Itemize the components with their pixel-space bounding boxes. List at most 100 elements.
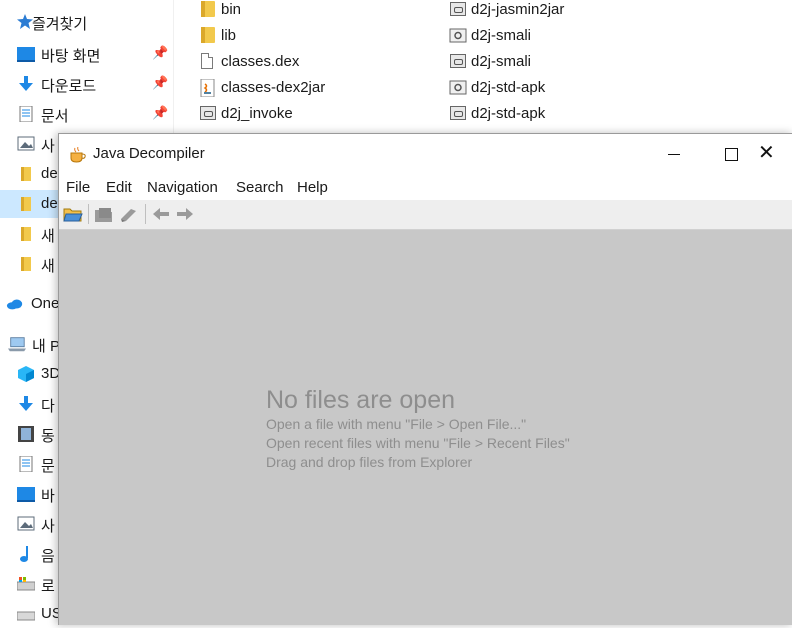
cmd-file-icon xyxy=(449,53,467,71)
file-item-d2j-invoke[interactable]: d2j_invoke xyxy=(199,102,399,126)
file-name: d2j-jasmin2jar xyxy=(471,1,565,18)
menu-search[interactable]: Search xyxy=(236,179,284,196)
nav-item-label: 사 xyxy=(41,138,55,155)
gear-file-icon xyxy=(449,80,467,95)
close-file-icon[interactable] xyxy=(94,205,114,223)
3d-objects-icon xyxy=(18,366,34,382)
nav-item-favorites[interactable]: 즐겨찾기 xyxy=(0,8,173,36)
pin-icon[interactable]: 📌 xyxy=(152,105,168,121)
cmd-file-icon xyxy=(199,105,217,123)
folder-icon xyxy=(21,227,31,241)
content-area[interactable]: No files are open Open a file with menu … xyxy=(59,230,792,625)
save-source-icon[interactable] xyxy=(119,205,139,223)
nav-item-downloads[interactable]: 다운로드 📌 xyxy=(0,70,173,98)
empty-state-hint-recent: Open recent files with menu "File > Rece… xyxy=(266,435,570,451)
forward-arrow-icon[interactable] xyxy=(175,205,195,223)
file-item-d2j-jasmin2jar[interactable]: d2j-jasmin2jar xyxy=(449,0,649,22)
download-arrow-icon xyxy=(19,76,33,91)
file-name: d2j-std-apk xyxy=(471,79,546,96)
video-icon xyxy=(18,426,34,442)
toolbar xyxy=(59,200,792,230)
file-item-d2j-smali-cmd[interactable]: d2j-smali xyxy=(449,50,649,74)
coffee-cup-icon xyxy=(70,147,86,163)
desktop-icon xyxy=(17,487,35,502)
folder-icon xyxy=(21,167,31,181)
cmd-file-icon xyxy=(449,105,467,123)
file-name: lib xyxy=(221,27,237,44)
file-name: d2j-smali xyxy=(471,27,532,44)
document-icon xyxy=(19,106,33,122)
pin-icon[interactable]: 📌 xyxy=(152,45,168,61)
empty-state-hint-open: Open a file with menu "File > Open File.… xyxy=(266,416,527,432)
onedrive-cloud-icon xyxy=(6,299,23,310)
file-icon xyxy=(199,53,217,71)
cmd-file-icon xyxy=(449,1,467,19)
maximize-button[interactable] xyxy=(703,134,761,174)
nav-item-label: 로 xyxy=(41,578,55,595)
java-jar-icon xyxy=(200,79,215,97)
pictures-icon xyxy=(17,136,35,151)
gear-file-icon xyxy=(449,28,467,43)
menu-bar: File Edit Navigation Search Help xyxy=(59,174,792,200)
music-note-icon xyxy=(20,546,28,562)
nav-item-label: 바탕 화면 xyxy=(41,48,101,65)
toolbar-separator xyxy=(88,204,89,224)
file-name: classes.dex xyxy=(221,53,300,70)
nav-item-label: 내 P xyxy=(32,338,60,355)
back-arrow-icon[interactable] xyxy=(151,205,171,223)
file-name: bin xyxy=(221,1,242,18)
file-name: d2j-std-apk xyxy=(471,105,546,122)
file-name: d2j-smali xyxy=(471,53,532,70)
nav-item-documents[interactable]: 문서 📌 xyxy=(0,100,173,128)
nav-item-label: 즐겨찾기 xyxy=(32,16,88,33)
empty-state-title: No files are open xyxy=(266,386,456,414)
java-decompiler-window: Java Decompiler ✕ File Edit Navigation S… xyxy=(58,133,792,625)
close-icon: ✕ xyxy=(758,142,775,164)
nav-item-label: 음 xyxy=(41,548,55,565)
nav-item-label: 새 xyxy=(41,228,55,245)
file-item-d2j-std-apk-cmd[interactable]: d2j-std-apk xyxy=(449,102,649,126)
desktop-icon xyxy=(17,47,35,62)
usb-drive-icon xyxy=(17,611,35,621)
file-item-bin[interactable]: bin xyxy=(199,0,399,22)
folder-icon xyxy=(199,27,217,45)
file-item-lib[interactable]: lib xyxy=(199,24,399,48)
empty-state-hint-drag: Drag and drop files from Explorer xyxy=(266,454,473,470)
nav-item-label: 새 xyxy=(41,258,55,275)
file-item-classes-dex[interactable]: classes.dex xyxy=(199,50,399,74)
open-folder-icon[interactable] xyxy=(63,205,83,223)
nav-item-label: One xyxy=(31,295,60,312)
folder-icon xyxy=(21,257,31,271)
folder-icon xyxy=(21,197,31,211)
file-item-d2j-std-apk[interactable]: d2j-std-apk xyxy=(449,76,649,100)
title-bar[interactable]: Java Decompiler ✕ xyxy=(59,134,792,174)
nav-item-label: 사 xyxy=(41,518,55,535)
nav-item-label: 다 xyxy=(41,398,55,415)
nav-item-label: 문 xyxy=(41,458,55,475)
download-arrow-icon xyxy=(19,396,33,411)
pictures-icon xyxy=(17,516,35,531)
toolbar-separator xyxy=(145,204,146,224)
menu-help[interactable]: Help xyxy=(297,179,328,196)
nav-item-label: de xyxy=(41,195,58,212)
folder-icon xyxy=(199,1,217,19)
nav-item-label: 바 xyxy=(41,488,55,505)
document-icon xyxy=(19,456,33,472)
menu-navigation[interactable]: Navigation xyxy=(147,179,218,196)
nav-item-label: 동 xyxy=(41,428,55,445)
local-disk-icon xyxy=(17,577,35,591)
close-button[interactable]: ✕ xyxy=(758,134,792,174)
file-item-d2j-smali[interactable]: d2j-smali xyxy=(449,24,649,48)
menu-file[interactable]: File xyxy=(66,179,90,196)
pin-icon[interactable]: 📌 xyxy=(152,75,168,91)
file-item-classes-dex2jar[interactable]: classes-dex2jar xyxy=(199,76,399,100)
window-title: Java Decompiler xyxy=(93,145,205,162)
nav-item-label: 다운로드 xyxy=(41,78,97,95)
file-name: d2j_invoke xyxy=(221,105,293,122)
pc-icon xyxy=(8,337,26,352)
nav-item-label: de xyxy=(41,165,58,182)
nav-item-desktop[interactable]: 바탕 화면 📌 xyxy=(0,40,173,68)
file-name: classes-dex2jar xyxy=(221,79,326,96)
minimize-button[interactable] xyxy=(645,134,703,174)
menu-edit[interactable]: Edit xyxy=(106,179,132,196)
